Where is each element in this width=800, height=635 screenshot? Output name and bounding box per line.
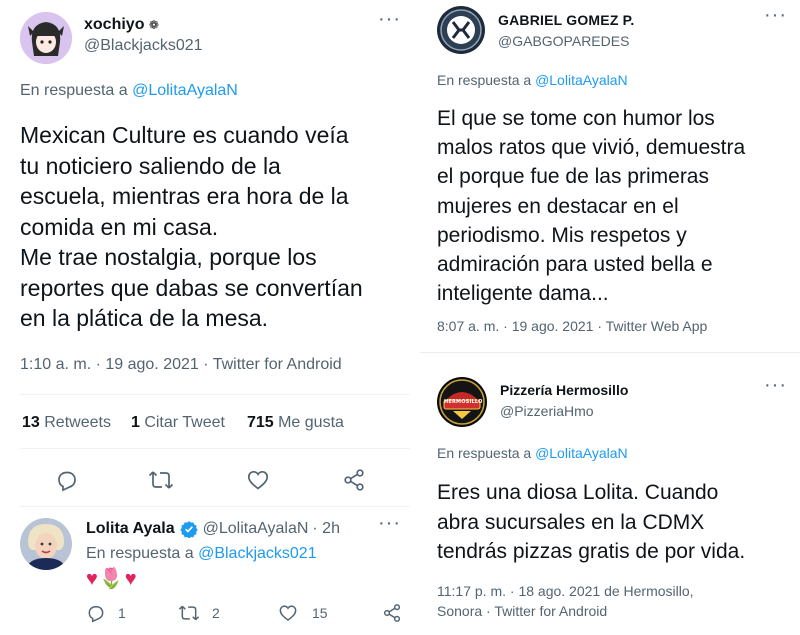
tweet-timestamp[interactable]: 1:10 a. m. · 19 ago. 2021 · Twitter for … bbox=[20, 356, 342, 374]
author-handle[interactable]: @PizzeriaHmo bbox=[500, 403, 594, 419]
verified-icon bbox=[179, 520, 198, 538]
tweet-header-xochiyo: xochiyo ❁ @Blackjacks021 bbox=[20, 12, 410, 68]
share-icon[interactable] bbox=[382, 603, 402, 623]
divider bbox=[420, 352, 800, 353]
reply-emojis: ♥🌷♥ bbox=[86, 568, 138, 590]
likes-stat[interactable]: 715 Me gusta bbox=[247, 414, 344, 432]
quotes-stat[interactable]: 1 Citar Tweet bbox=[131, 414, 225, 432]
retweets-stat[interactable]: 13 Retweets bbox=[22, 414, 111, 432]
quotes-count: 1 bbox=[130, 414, 140, 431]
tweet-text-line: inteligente dama... bbox=[437, 282, 609, 306]
reply-context: En respuesta a @Blackjacks021 bbox=[86, 545, 317, 563]
more-icon[interactable]: ··· bbox=[378, 512, 401, 535]
tweet-text-line: el porque fue de las primeras bbox=[437, 165, 709, 189]
tweet-text-line: escuela, mientras era hora de la bbox=[20, 183, 349, 209]
likes-label: Me gusta bbox=[278, 414, 344, 431]
reply-target-link[interactable]: @LolitaAyalaN bbox=[132, 82, 238, 99]
quotes-label: Citar Tweet bbox=[144, 414, 225, 431]
tweet-text-line: malos ratos que vivió, demuestra bbox=[437, 136, 746, 160]
divider bbox=[20, 506, 410, 507]
timestamp-line: Sonora · Twitter for Android bbox=[437, 603, 608, 619]
reply-context: En respuesta a @LolitaAyalaN bbox=[437, 72, 628, 88]
reply-count: 1 bbox=[118, 605, 126, 621]
reply-target-link[interactable]: @Blackjacks021 bbox=[198, 545, 317, 562]
retweet-icon bbox=[178, 603, 200, 623]
tweet-stats: 13 Retweets 1 Citar Tweet 715 Me gusta bbox=[22, 414, 344, 432]
tweet-text: Mexican Culture es cuando veía tu notici… bbox=[20, 120, 415, 334]
reply-context: En respuesta a @LolitaAyalaN bbox=[20, 82, 238, 100]
reply-icon bbox=[86, 603, 106, 623]
share-icon[interactable] bbox=[342, 468, 366, 492]
retweet-action[interactable]: 2 bbox=[178, 603, 220, 623]
reply-prefix: En respuesta a bbox=[437, 72, 532, 88]
divider bbox=[20, 448, 410, 449]
tweet-text-line: tendrás pizzas gratis de por vida. bbox=[437, 540, 746, 563]
author-name[interactable]: Lolita Ayala bbox=[86, 520, 175, 538]
author-name[interactable]: GABRIEL GOMEZ P. bbox=[498, 12, 634, 28]
tweet-text-line: en la plática de la mesa. bbox=[20, 305, 269, 331]
tweet-timestamp[interactable]: 11:17 p. m. · 18 ago. 2021 de Hermosillo… bbox=[437, 581, 694, 621]
author-name[interactable]: xochiyo bbox=[84, 16, 144, 33]
reply-prefix: En respuesta a bbox=[86, 545, 194, 562]
tweet-text-line: Mexican Culture es cuando veía bbox=[20, 122, 349, 148]
avatar[interactable] bbox=[20, 518, 72, 570]
name-flower-icon: ❁ bbox=[148, 18, 159, 32]
tweet-timestamp[interactable]: 8:07 a. m. · 19 ago. 2021 · Twitter Web … bbox=[437, 318, 707, 334]
reply-target-link[interactable]: @LolitaAyalaN bbox=[535, 72, 628, 88]
author-handle[interactable]: @Blackjacks021 bbox=[84, 37, 203, 55]
tweet-text: Eres una diosa Lolita. Cuando abra sucur… bbox=[437, 478, 799, 567]
reply-action[interactable]: 1 bbox=[86, 603, 126, 623]
avatar-lettering: HERMOSILLO bbox=[444, 399, 483, 405]
timestamp-line: 11:17 p. m. · 18 ago. 2021 de Hermosillo… bbox=[437, 583, 694, 599]
tweet-text-line: abra sucursales en la CDMX bbox=[437, 510, 705, 534]
like-icon bbox=[278, 603, 298, 623]
divider bbox=[20, 394, 410, 395]
tweet-text-line: Eres una diosa Lolita. Cuando bbox=[437, 481, 719, 504]
retweets-label: Retweets bbox=[44, 414, 111, 431]
like-count: 15 bbox=[312, 605, 328, 621]
tweet-text-line: Me trae nostalgia, porque los bbox=[20, 244, 317, 270]
right-column: GABRIEL GOMEZ P. @GABGOPAREDES ··· En re… bbox=[420, 0, 800, 635]
reply-context: En respuesta a @LolitaAyalaN bbox=[437, 445, 628, 461]
like-action[interactable]: 15 bbox=[278, 603, 328, 623]
left-column: xochiyo ❁ @Blackjacks021 ··· En respuest… bbox=[0, 0, 415, 635]
reply-header: Lolita Ayala @LolitaAyalaN · 2h bbox=[86, 520, 340, 538]
reply-icon[interactable] bbox=[55, 468, 79, 492]
tweet-text-line: comida en mi casa. bbox=[20, 213, 219, 240]
avatar[interactable] bbox=[437, 6, 485, 54]
author-name[interactable]: Pizzería Hermosillo bbox=[500, 382, 628, 398]
tweet-text-line: periodismo. Mis respetos y bbox=[437, 223, 687, 247]
tweet-text-line: El que se tome con humor los bbox=[437, 107, 715, 130]
more-icon[interactable]: ··· bbox=[378, 8, 401, 31]
author-handle[interactable]: @GABGOPAREDES bbox=[498, 33, 629, 49]
tweet-text-line: tu noticiero saliendo de la bbox=[20, 152, 281, 179]
tweet-text-line: admiración para usted bella e bbox=[437, 253, 713, 277]
retweet-icon[interactable] bbox=[148, 468, 174, 492]
reply-prefix: En respuesta a bbox=[20, 82, 128, 99]
reply-prefix: En respuesta a bbox=[437, 445, 532, 461]
tweet-text: El que se tome con humor los malos ratos… bbox=[437, 104, 799, 308]
more-icon[interactable]: ··· bbox=[764, 4, 787, 27]
reply-time[interactable]: · 2h bbox=[312, 520, 340, 538]
more-icon[interactable]: ··· bbox=[764, 374, 787, 397]
retweets-count: 13 bbox=[22, 414, 40, 431]
tweet-text-line: reportes que dabas se convertían bbox=[20, 274, 363, 301]
avatar[interactable] bbox=[20, 12, 72, 64]
retweet-count: 2 bbox=[212, 605, 220, 621]
author-handle[interactable]: @LolitaAyalaN bbox=[203, 520, 309, 538]
tweet-text-line: mujeres en destacar en el bbox=[437, 194, 679, 218]
likes-count: 715 bbox=[246, 414, 274, 431]
like-icon[interactable] bbox=[246, 468, 270, 492]
reply-target-link[interactable]: @LolitaAyalaN bbox=[535, 445, 628, 461]
